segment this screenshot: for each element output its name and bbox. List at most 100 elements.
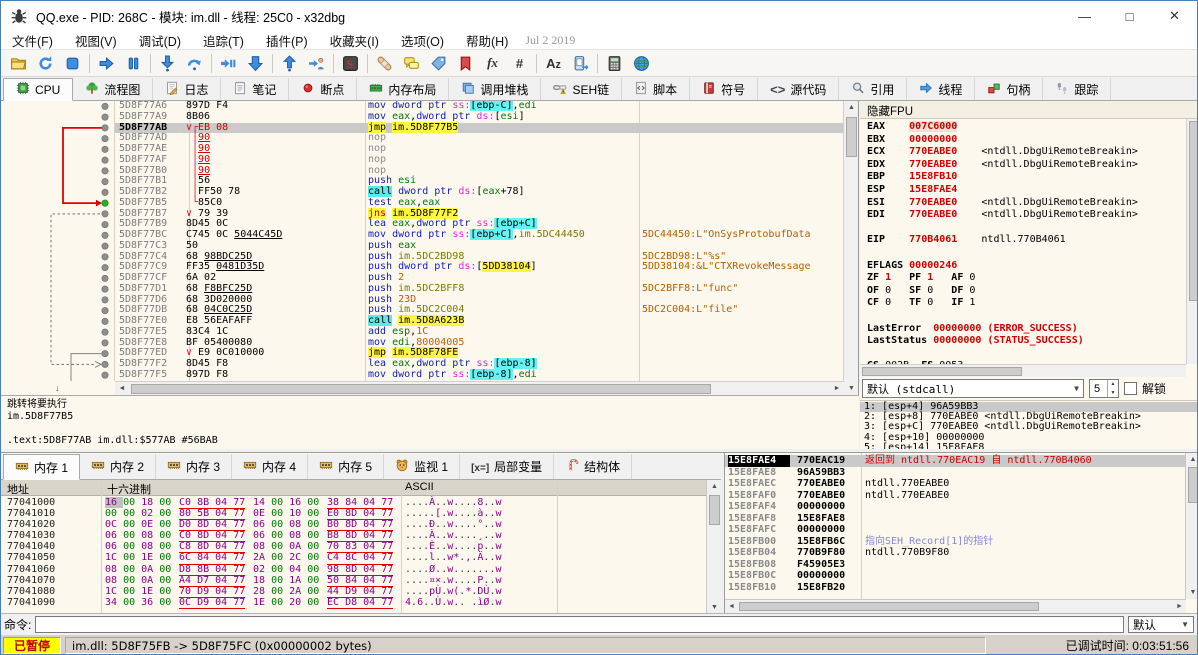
register-line[interactable]: ESI 770EABE0 <ntdll.DbgUiRemoteBreakin>	[867, 197, 1185, 210]
stack-row[interactable]: 15E8FAF4 00000000	[725, 501, 1185, 513]
scroll-up-icon[interactable]: ▲	[707, 480, 722, 493]
dump-tab-内存 3[interactable]: 内存 3	[156, 454, 233, 479]
disasm-row[interactable]: 5D8F77AE │90 nop	[115, 143, 844, 155]
restart-icon[interactable]	[32, 51, 59, 75]
arg-count-spinner[interactable]: 5 ▲ ▼	[1089, 379, 1119, 398]
stack-row[interactable]: 15E8FAF0 770EABE0 ntdll.770EABE0	[725, 490, 1185, 502]
register-line[interactable]: CF 0 TF 0 IF 1	[867, 297, 1185, 310]
stack-vscrollbar[interactable]: ▲ ▼	[1185, 453, 1197, 599]
stack-row[interactable]: 15E8FB04 770B9F80 ntdll.770B9F80	[725, 547, 1185, 559]
disasm-row[interactable]: 5D8F77AB ∨┌EB 08 jmp im.5D8F77B5	[115, 121, 844, 134]
scroll-thumb[interactable]	[846, 117, 857, 157]
calling-convention-select[interactable]: 默认 (stdcall) ▼	[862, 379, 1084, 398]
tab-句柄[interactable]: 句柄	[975, 78, 1044, 100]
register-line[interactable]	[867, 348, 1185, 361]
stop-icon[interactable]	[59, 51, 86, 75]
patch-icon[interactable]	[371, 51, 398, 75]
disasm-row[interactable]: 5D8F77B2 │FF50 78 call dword ptr ds:[eax+…	[115, 186, 844, 198]
minimize-button[interactable]: —	[1062, 1, 1107, 31]
register-line[interactable]: EFLAGS 00000246	[867, 260, 1185, 273]
scroll-thumb[interactable]	[862, 367, 1022, 376]
tab-符号[interactable]: 符号	[690, 78, 759, 100]
command-profile-select[interactable]: 默认 ▼	[1128, 616, 1194, 633]
register-line[interactable]: LastStatus 00000000 (STATUS_SUCCESS)	[867, 335, 1185, 348]
scroll-thumb[interactable]	[131, 384, 711, 394]
stack-row[interactable]: 15E8FB0C 00000000	[725, 570, 1185, 582]
disasm-vscrollbar[interactable]: ▲ ▼	[843, 101, 858, 395]
scroll-thumb[interactable]	[1189, 121, 1197, 301]
stack-row[interactable]: 15E8FB08 F45905E3	[725, 559, 1185, 571]
register-line[interactable]: LastError 00000000 (ERROR_SUCCESS)	[867, 323, 1185, 336]
menu-文件F[interactable]: 文件(F)	[1, 35, 64, 49]
dump-row[interactable]: 77041040 06 00 08 00 C8 8D 04 77 08 00 0A 0…	[1, 541, 706, 554]
scroll-down-icon[interactable]: ▼	[1186, 586, 1197, 599]
command-input[interactable]	[35, 616, 1124, 633]
dump-tab-内存 1[interactable]: 内存 1	[3, 454, 81, 480]
registers-hscrollbar[interactable]	[860, 364, 1186, 377]
sms-icon[interactable]	[567, 51, 594, 75]
register-line[interactable]: OF 0 SF 0 DF 0	[867, 285, 1185, 298]
menu-帮助H[interactable]: 帮助(H)	[455, 35, 519, 49]
dump-row[interactable]: 77041050 1C 00 1E 00 6C 84 04 77 2A 00 2C 0…	[1, 552, 706, 565]
dump-row[interactable]: 77041000 16 00 18 00 C0 8B 04 77 14 00 16 0…	[1, 497, 706, 510]
tab-流程图[interactable]: 流程图	[73, 78, 154, 100]
step-over-icon[interactable]	[181, 51, 208, 75]
register-line[interactable]	[867, 310, 1185, 323]
hash-icon[interactable]: #	[506, 51, 533, 75]
disasm-row[interactable]: 5D8F77C9 FF35 0481D35D push dword ptr ds:[…	[115, 261, 844, 273]
tab-CPU[interactable]: CPU	[3, 78, 74, 101]
scroll-down-icon[interactable]: ▼	[844, 382, 859, 395]
strings-icon[interactable]: Az	[540, 51, 567, 75]
globe-icon[interactable]	[628, 51, 655, 75]
spinner-arrows-icon[interactable]: ▲ ▼	[1107, 380, 1118, 397]
register-line[interactable]: EBP 15E8FB10	[867, 171, 1185, 184]
step-out-icon[interactable]	[242, 51, 269, 75]
menu-插件P[interactable]: 插件(P)	[255, 35, 319, 49]
scroll-left-icon[interactable]: ◄	[725, 600, 738, 613]
dump-vscrollbar[interactable]: ▲ ▼	[706, 480, 721, 614]
run-up-icon[interactable]	[276, 51, 303, 75]
tab-引用[interactable]: 引用	[839, 78, 908, 100]
disasm-hscrollbar[interactable]: ◄ ►	[115, 381, 844, 395]
register-line[interactable]: ECX 770EABE0 <ntdll.DbgUiRemoteBreakin>	[867, 146, 1185, 159]
menu-追踪T[interactable]: 追踪(T)	[192, 35, 255, 49]
run-user-icon[interactable]	[303, 51, 330, 75]
disasm-row[interactable]: 5D8F77AD │90 nop	[115, 132, 844, 144]
pause-icon[interactable]	[120, 51, 147, 75]
register-line[interactable]: ESP 15E8FAE4	[867, 184, 1185, 197]
tab-调用堆栈[interactable]: 调用堆栈	[449, 78, 542, 100]
register-line[interactable]: EBX 00000000	[867, 134, 1185, 147]
registers-pane[interactable]: 隐藏FPU EAX 007C6000 EBX 00000000 ECX 770EAB…	[860, 101, 1197, 453]
register-line[interactable]: ZF 1 PF 1 AF 0	[867, 272, 1185, 285]
stack-row[interactable]: 15E8FAEC 770EABE0 ntdll.770EABE0	[725, 478, 1185, 490]
dump-tab-监视 1[interactable]: 监视 1	[384, 454, 461, 479]
functions-icon[interactable]: fx	[479, 51, 506, 75]
tab-脚本[interactable]: 脚本	[622, 78, 691, 100]
tab-SEH链[interactable]: SEH链	[541, 78, 623, 100]
dump-row[interactable]: 77041020 0C 00 0E 00 D0 8D 04 77 06 00 08 0…	[1, 519, 706, 532]
dump-row[interactable]: 77041060 08 00 0A 00 D8 8B 04 77 02 00 04 0…	[1, 564, 706, 576]
disasm-row[interactable]: 5D8F77AF │90 nop	[115, 154, 844, 166]
dump-tab-结构体[interactable]: 结构体	[554, 454, 633, 479]
scylla-icon[interactable]: S	[337, 51, 364, 75]
stack-hscrollbar[interactable]: ◄ ►	[725, 599, 1186, 613]
scroll-up-icon[interactable]: ▲	[1186, 453, 1197, 466]
tab-源代码[interactable]: <> 源代码	[758, 78, 840, 100]
register-line[interactable]	[867, 247, 1185, 260]
scroll-left-icon[interactable]: ◄	[115, 382, 129, 395]
run-icon[interactable]	[93, 51, 120, 75]
tab-日志[interactable]: 日志	[153, 78, 222, 100]
register-line[interactable]: EDI 770EABE0 <ntdll.DbgUiRemoteBreakin>	[867, 209, 1185, 222]
scroll-right-icon[interactable]: ►	[830, 382, 844, 395]
registers-vscrollbar[interactable]	[1186, 119, 1197, 364]
tab-笔记[interactable]: 笔记	[221, 78, 290, 100]
close-button[interactable]: ✕	[1152, 1, 1197, 31]
stack-row[interactable]: 15E8FAE4 770EAC19 返回到 ntdll.770EAC19 自 ntd…	[725, 455, 1185, 467]
dump-tab-内存 4[interactable]: 内存 4	[232, 454, 309, 479]
dump-row[interactable]: 77041070 08 00 0A 00 A4 D7 04 77 18 00 1A 0…	[1, 575, 706, 587]
scroll-thumb[interactable]	[739, 602, 1039, 611]
stack-row[interactable]: 15E8FAFC 00000000	[725, 524, 1185, 536]
bookmarks-icon[interactable]	[452, 51, 479, 75]
tab-跟踪[interactable]: 跟踪	[1043, 78, 1112, 100]
dump-row[interactable]: 77041030 06 00 08 00 C0 8D 04 77 06 00 08 0…	[1, 530, 706, 543]
